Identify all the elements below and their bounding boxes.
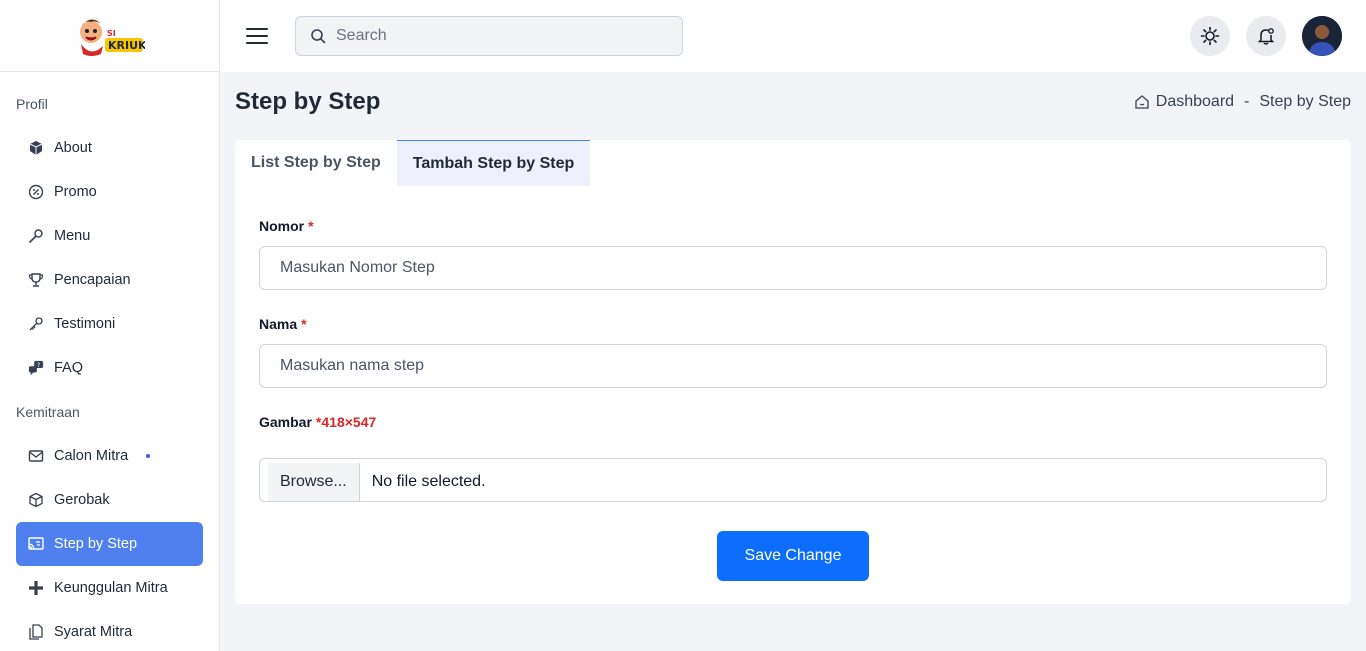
sidebar-item-label: FAQ: [54, 360, 84, 376]
search-icon: [311, 29, 326, 44]
nomor-label: Nomor *: [259, 216, 1327, 236]
tab-bar: List Step by Step Tambah Step by Step: [235, 140, 1351, 186]
tab-tambah-step-by-step[interactable]: Tambah Step by Step: [396, 140, 591, 186]
sidebar-item-about[interactable]: About: [16, 126, 203, 170]
main-area: Step by Step Dashboard - Step by Step Li…: [220, 0, 1366, 651]
sidebar-item-gerobak[interactable]: Gerobak: [16, 478, 203, 522]
nomor-label-text: Nomor: [259, 218, 305, 234]
nama-label-text: Nama: [259, 316, 298, 332]
sidebar-item-testimoni[interactable]: Testimoni: [16, 302, 203, 346]
save-wrap: Save Change: [259, 531, 1327, 581]
sidebar-item-label: Calon Mitra: [54, 448, 129, 464]
search-box: [295, 16, 683, 56]
sidebar-item-step-by-step[interactable]: Step by Step: [16, 522, 203, 566]
gambar-label: Gambar *418×547: [259, 412, 1327, 432]
nama-group: Nama *: [259, 314, 1327, 388]
top-actions: [1190, 16, 1342, 56]
sidebar-item-syarat-mitra[interactable]: Syarat Mitra: [16, 610, 203, 651]
required-marker: *: [301, 316, 307, 332]
page-header: Step by Step Dashboard - Step by Step: [235, 88, 1351, 116]
sidebar-item-label: Keunggulan Mitra: [54, 580, 168, 596]
save-change-button[interactable]: Save Change: [717, 531, 869, 581]
cast-icon: [28, 536, 44, 552]
sidebar: SI KRIUK Profil About Promo Menu Pencapa…: [0, 0, 220, 651]
theme-toggle-button[interactable]: [1190, 16, 1230, 56]
sidebar-item-label: About: [54, 140, 92, 156]
nama-field: [259, 344, 1327, 388]
gambar-group: Gambar *418×547 Browse... No file select…: [259, 412, 1327, 502]
form-card: List Step by Step Tambah Step by Step No…: [235, 140, 1351, 604]
sidebar-item-calon-mitra[interactable]: Calon Mitra: [16, 434, 203, 478]
file-status: No file selected.: [371, 473, 486, 490]
svg-text:KRIUK: KRIUK: [108, 39, 145, 52]
nama-label: Nama *: [259, 314, 1327, 334]
nomor-input[interactable]: [280, 259, 1306, 277]
gambar-file-input[interactable]: Browse... No file selected.: [259, 458, 1327, 502]
app-root: SI KRIUK Profil About Promo Menu Pencapa…: [0, 0, 1366, 651]
hamburger-menu-icon[interactable]: [246, 28, 268, 44]
image-size-hint: *418×547: [315, 414, 377, 430]
sidebar-item-label: Gerobak: [54, 492, 110, 508]
sidebar-item-label: Step by Step: [54, 536, 138, 552]
topbar: [220, 0, 1366, 72]
breadcrumb: Dashboard - Step by Step: [1134, 93, 1351, 111]
nomor-group: Nomor *: [259, 216, 1327, 290]
nomor-field: [259, 246, 1327, 290]
sun-icon: [1200, 26, 1220, 46]
sidebar-item-label: Testimoni: [54, 316, 116, 332]
sidebar-item-label: Promo: [54, 184, 97, 200]
page-title: Step by Step: [235, 88, 381, 115]
package-icon: [28, 492, 44, 508]
section-title-kemitraan: Kemitraan: [16, 404, 80, 420]
section-title-profil: Profil: [16, 96, 48, 112]
logo-area[interactable]: SI KRIUK: [0, 0, 219, 72]
brand-logo: SI KRIUK: [79, 18, 145, 56]
home-icon: [1135, 95, 1149, 109]
user-avatar[interactable]: [1302, 16, 1342, 56]
sidebar-item-label: Menu: [54, 228, 91, 244]
key-icon: [28, 316, 44, 332]
add-step-form: Nomor * Nama *: [235, 186, 1351, 581]
sidebar-item-label: Pencapaian: [54, 272, 131, 288]
discount-icon: [28, 184, 44, 200]
chat-question-icon: ?: [28, 360, 44, 376]
sidebar-item-faq[interactable]: ? FAQ: [16, 346, 203, 390]
plus-icon: [28, 580, 44, 596]
breadcrumb-separator: -: [1244, 93, 1250, 110]
nama-input[interactable]: [280, 357, 1306, 375]
breadcrumb-current: Step by Step: [1259, 93, 1351, 110]
mail-icon: [28, 448, 44, 464]
browse-button[interactable]: Browse...: [268, 463, 360, 501]
sidebar-item-pencapaian[interactable]: Pencapaian: [16, 258, 203, 302]
content: Step by Step Dashboard - Step by Step Li…: [220, 72, 1366, 604]
gambar-label-text: Gambar: [259, 414, 312, 430]
box-icon: [28, 140, 44, 156]
required-marker: *: [308, 218, 314, 234]
spoon-icon: [28, 228, 44, 244]
svg-text:SI: SI: [107, 29, 116, 38]
tab-list-step-by-step[interactable]: List Step by Step: [235, 140, 397, 186]
svg-text:?: ?: [37, 362, 40, 369]
sidebar-item-menu[interactable]: Menu: [16, 214, 203, 258]
notification-dot: [146, 454, 151, 458]
sidebar-item-label: Syarat Mitra: [54, 624, 133, 640]
search-input[interactable]: [336, 27, 636, 45]
documents-icon: [28, 624, 44, 640]
sidebar-item-keunggulan-mitra[interactable]: Keunggulan Mitra: [16, 566, 203, 610]
breadcrumb-dashboard-link[interactable]: Dashboard: [1156, 93, 1234, 111]
sidebar-item-promo[interactable]: Promo: [16, 170, 203, 214]
bell-icon: [1257, 28, 1275, 45]
trophy-icon: [28, 272, 44, 288]
notifications-button[interactable]: [1246, 16, 1286, 56]
